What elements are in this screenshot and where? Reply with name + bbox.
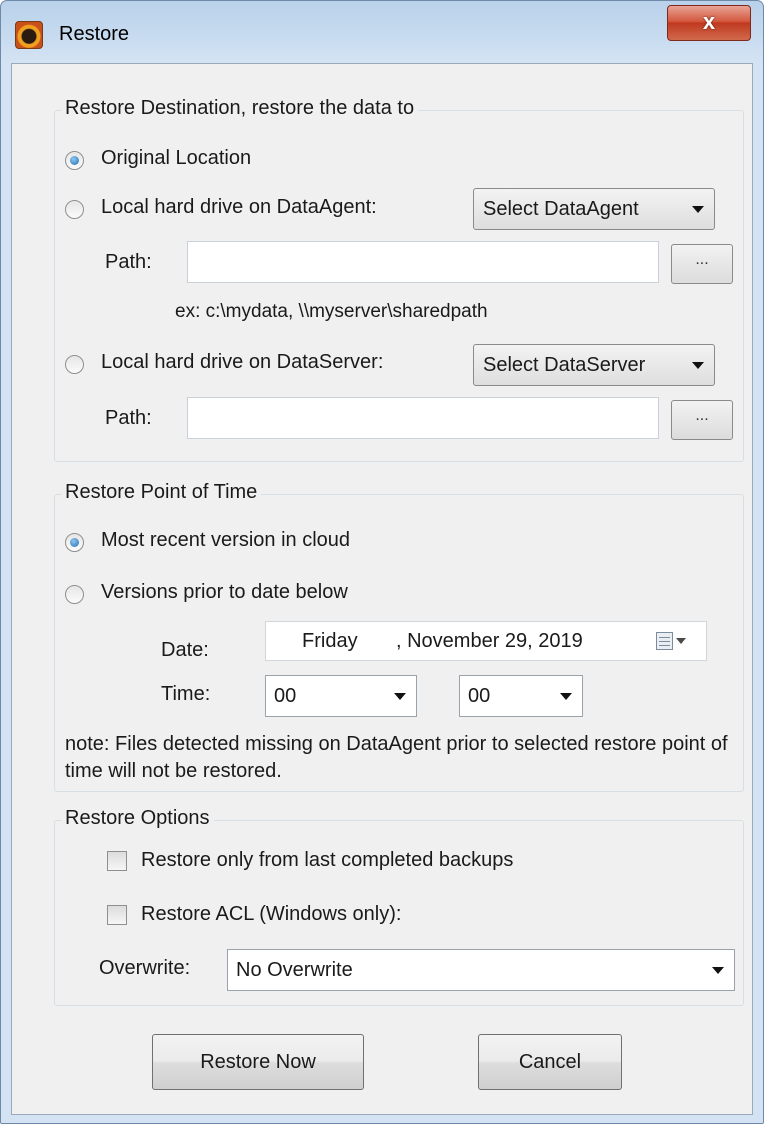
cancel-button[interactable]: Cancel xyxy=(478,1034,622,1090)
restore-acl-checkbox[interactable] xyxy=(107,905,127,925)
date-picker[interactable]: Friday , November 29, 2019 xyxy=(265,621,707,661)
select-dataagent-dropdown[interactable]: Select DataAgent xyxy=(473,188,715,230)
overwrite-select[interactable]: No Overwrite xyxy=(227,949,735,991)
prior-versions-label[interactable]: Versions prior to date below xyxy=(101,581,348,604)
most-recent-label[interactable]: Most recent version in cloud xyxy=(101,529,350,552)
minute-select[interactable]: 00 xyxy=(459,675,583,717)
restore-point-of-time-group: Restore Point of Time Most recent versio… xyxy=(54,481,744,792)
dataserver-label[interactable]: Local hard drive on DataServer: xyxy=(101,351,383,374)
overwrite-label: Overwrite: xyxy=(99,957,191,979)
dialog-client-area: Restore Destination, restore the data to… xyxy=(11,63,753,1115)
dataagent-path-input[interactable] xyxy=(187,241,659,283)
restore-destination-group: Restore Destination, restore the data to… xyxy=(54,97,744,462)
chevron-down-icon xyxy=(692,362,704,369)
most-recent-radio[interactable] xyxy=(65,533,84,552)
select-dataserver-value: Select DataServer xyxy=(483,354,646,376)
restore-destination-title: Restore Destination, restore the data to xyxy=(61,97,419,120)
minute-value: 00 xyxy=(468,685,491,707)
dataserver-path-label: Path: xyxy=(105,407,152,429)
chevron-down-icon xyxy=(676,638,686,644)
last-completed-checkbox[interactable] xyxy=(107,851,127,871)
restore-point-note: note: Files detected missing on DataAgen… xyxy=(65,733,728,782)
restore-dialog: Restore x Restore Destination, restore t… xyxy=(0,0,764,1124)
title-bar: Restore x xyxy=(1,1,763,63)
date-label: Date: xyxy=(161,639,209,661)
restore-point-of-time-title: Restore Point of Time xyxy=(61,481,262,504)
date-rest-text: , November 29, 2019 xyxy=(396,630,583,652)
calendar-icon[interactable] xyxy=(656,632,673,650)
dataserver-path-input[interactable] xyxy=(187,397,659,439)
app-logo-icon xyxy=(15,21,43,49)
chevron-down-icon xyxy=(560,693,572,700)
restore-options-group: Restore Options Restore only from last c… xyxy=(54,807,744,1006)
date-day-text: Friday xyxy=(302,630,358,652)
original-location-radio[interactable] xyxy=(65,151,84,170)
restore-acl-label[interactable]: Restore ACL (Windows only): xyxy=(141,903,401,926)
close-icon[interactable]: x xyxy=(667,5,751,41)
select-dataagent-value: Select DataAgent xyxy=(483,198,639,220)
hour-select[interactable]: 00 xyxy=(265,675,417,717)
time-label: Time: xyxy=(161,683,211,705)
chevron-down-icon xyxy=(394,693,406,700)
chevron-down-icon xyxy=(712,967,724,974)
dataserver-browse-button[interactable]: ... xyxy=(671,400,733,440)
dataagent-radio[interactable] xyxy=(65,200,84,219)
last-completed-label[interactable]: Restore only from last completed backups xyxy=(141,849,513,872)
path-example-text: ex: c:\mydata, \\myserver\sharedpath xyxy=(175,301,488,322)
select-dataserver-dropdown[interactable]: Select DataServer xyxy=(473,344,715,386)
dataagent-label[interactable]: Local hard drive on DataAgent: xyxy=(101,196,377,219)
chevron-down-icon xyxy=(692,206,704,213)
prior-versions-radio[interactable] xyxy=(65,585,84,604)
restore-now-button[interactable]: Restore Now xyxy=(152,1034,364,1090)
restore-options-title: Restore Options xyxy=(61,807,214,830)
original-location-label[interactable]: Original Location xyxy=(101,147,251,170)
dataserver-radio[interactable] xyxy=(65,355,84,374)
hour-value: 00 xyxy=(274,685,297,707)
overwrite-value: No Overwrite xyxy=(236,959,353,981)
dataagent-browse-button[interactable]: ... xyxy=(671,244,733,284)
dataagent-path-label: Path: xyxy=(105,251,152,273)
window-title: Restore xyxy=(59,23,130,45)
